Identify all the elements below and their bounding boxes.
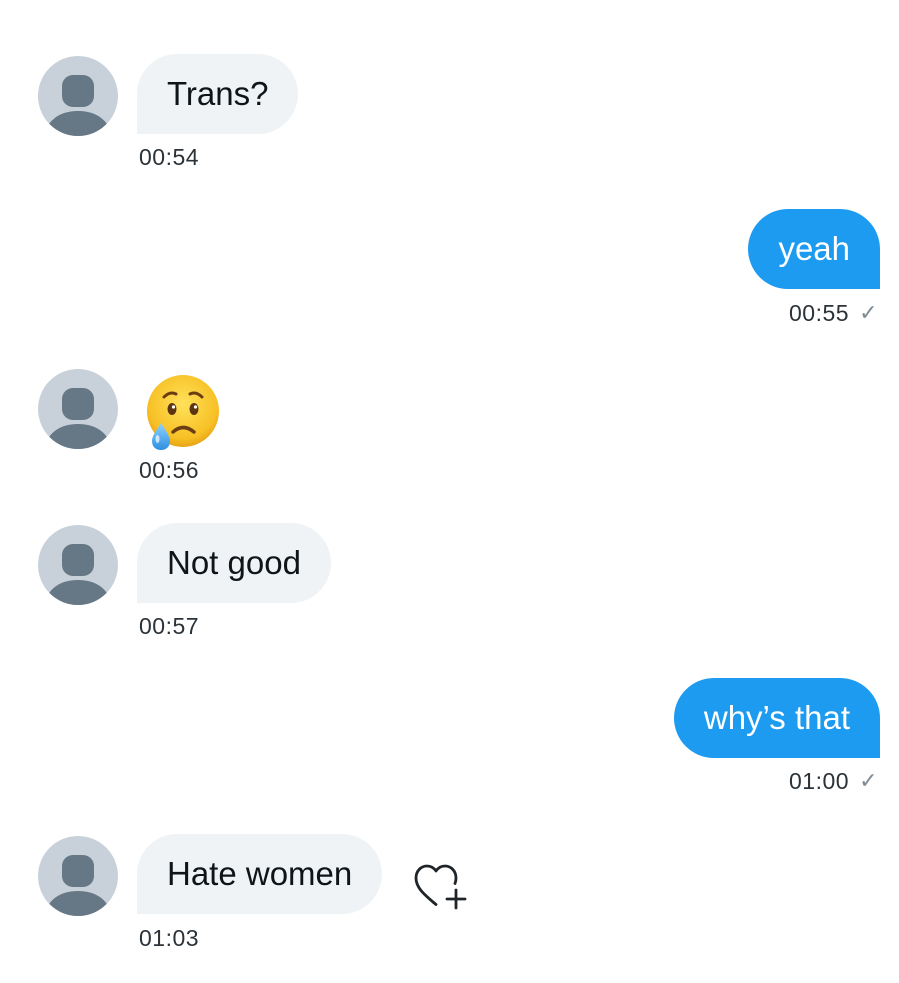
- default-avatar-icon: [44, 388, 112, 449]
- message-bubble[interactable]: Trans?: [137, 54, 299, 134]
- message-timestamp-row: 00:55 ✓: [789, 299, 878, 327]
- message-timestamp: 00:54: [139, 144, 200, 170]
- check-icon: ✓: [859, 768, 878, 793]
- message-bubble[interactable]: why’s that: [673, 678, 880, 758]
- message-timestamp: 01:00: [789, 768, 850, 794]
- message-bubble[interactable]: Hate women: [137, 834, 383, 914]
- crying-face-emoji[interactable]: [144, 373, 222, 451]
- default-avatar-icon: [44, 75, 112, 136]
- message-timestamp: 00:55: [789, 300, 850, 326]
- avatar[interactable]: [38, 56, 118, 136]
- default-avatar-icon: [44, 544, 112, 605]
- avatar[interactable]: [38, 525, 118, 605]
- message-timestamp-row: 01:00 ✓: [789, 767, 878, 795]
- avatar[interactable]: [38, 369, 118, 449]
- default-avatar-icon: [44, 855, 112, 916]
- check-icon: ✓: [859, 300, 878, 325]
- message-timestamp: 01:03: [139, 925, 200, 951]
- message-timestamp: 00:57: [139, 613, 200, 639]
- message-timestamp: 00:56: [139, 457, 200, 483]
- heart-add-icon[interactable]: [413, 862, 471, 912]
- avatar[interactable]: [38, 836, 118, 916]
- message-bubble[interactable]: yeah: [748, 209, 880, 289]
- message-bubble[interactable]: Not good: [137, 523, 331, 603]
